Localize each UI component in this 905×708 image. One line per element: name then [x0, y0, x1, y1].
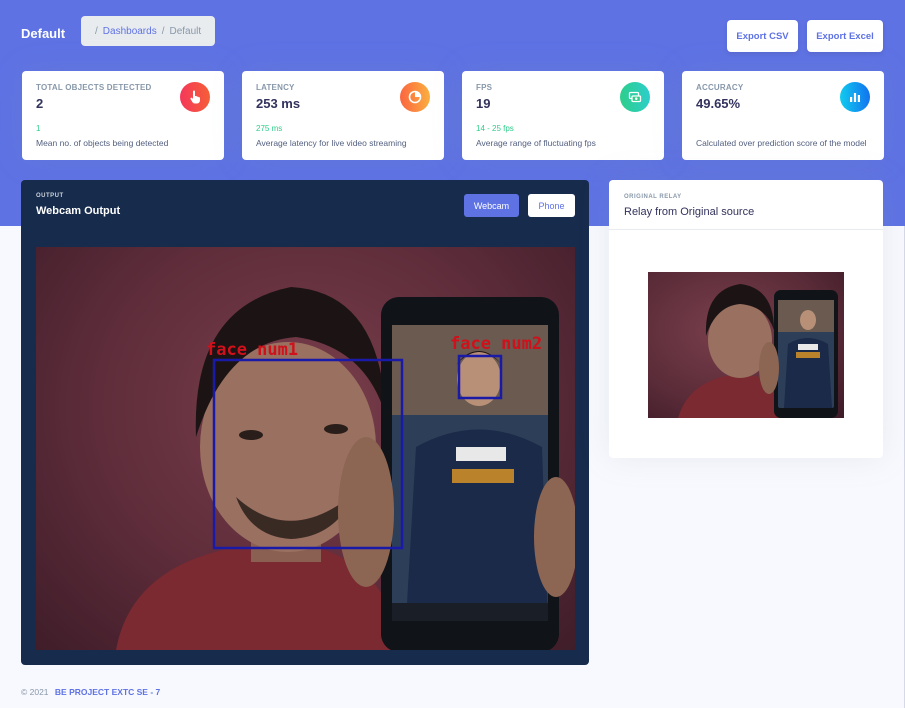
stat-sub: 14 - 25 fps — [476, 124, 514, 133]
export-excel-button[interactable]: Export Excel — [807, 20, 883, 52]
breadcrumb-separator: / — [161, 25, 165, 37]
card-title: Webcam Output — [36, 205, 121, 217]
relay-video-frame — [648, 272, 844, 418]
breadcrumb-separator: / — [95, 25, 98, 37]
stat-description: Mean no. of objects being detected — [36, 138, 169, 148]
card-eyebrow: ORIGINAL RELAY — [624, 194, 682, 200]
phone-nav-bar — [392, 603, 548, 621]
breadcrumb-current: Default — [169, 25, 202, 37]
webcam-video-feed: face num1 face num2 — [36, 247, 575, 650]
pie-chart-icon — [400, 82, 430, 112]
card-divider — [609, 229, 883, 230]
person-hand — [759, 342, 779, 394]
webcam-button[interactable]: Webcam — [464, 194, 519, 217]
stat-sub: 275 ms — [256, 124, 283, 133]
phone-button[interactable]: Phone — [528, 194, 575, 217]
detection-label: face num1 — [206, 340, 298, 360]
phone-photo-face — [800, 310, 816, 330]
breadcrumb: / Dashboards / Default — [81, 16, 215, 46]
stat-card-fps: FPS 19 14 - 25 fps Average range of fluc… — [462, 71, 664, 160]
card-eyebrow: OUTPUT — [36, 193, 64, 199]
detection-label: face num2 — [450, 334, 542, 354]
stat-description: Average range of fluctuating fps — [476, 138, 596, 148]
stat-description: Average latency for live video streaming — [256, 138, 407, 148]
phone-photo-sponsor — [456, 447, 506, 461]
footer-copyright: © 2021 — [21, 687, 49, 697]
person-eye — [239, 430, 263, 440]
page-title: Default — [21, 26, 66, 41]
video-frame: face num1 face num2 — [116, 287, 575, 650]
stat-card-accuracy: ACCURACY 49.65% Calculated over predicti… — [682, 71, 884, 160]
stat-sub: 1 — [36, 124, 41, 133]
person-hand — [338, 437, 394, 587]
hand-pointer-icon — [180, 82, 210, 112]
export-csv-button[interactable]: Export CSV — [727, 20, 798, 52]
card-title: Relay from Original source — [624, 206, 755, 218]
money-coins-icon — [620, 82, 650, 112]
phone-photo-team-text — [796, 352, 820, 358]
phone-photo-sponsor — [798, 344, 818, 350]
bar-chart-icon — [840, 82, 870, 112]
footer: © 2021 BE PROJECT EXTC SE - 7 — [21, 687, 160, 697]
relay-frame — [678, 284, 838, 418]
stat-description: Calculated over prediction score of the … — [696, 138, 867, 148]
person-eye — [324, 424, 348, 434]
phone-photo-team-text — [452, 469, 514, 483]
stat-card-latency: LATENCY 253 ms 275 ms Average latency fo… — [242, 71, 444, 160]
footer-brand-link[interactable]: BE PROJECT EXTC SE - 7 — [55, 687, 160, 697]
stat-card-total-objects: TOTAL OBJECTS DETECTED 2 1 Mean no. of o… — [22, 71, 224, 160]
original-relay-card: ORIGINAL RELAY Relay from Original sourc… — [609, 180, 883, 458]
breadcrumb-link-dashboards[interactable]: Dashboards — [103, 26, 157, 37]
webcam-output-card: OUTPUT Webcam Output Webcam Phone face n… — [21, 180, 589, 665]
